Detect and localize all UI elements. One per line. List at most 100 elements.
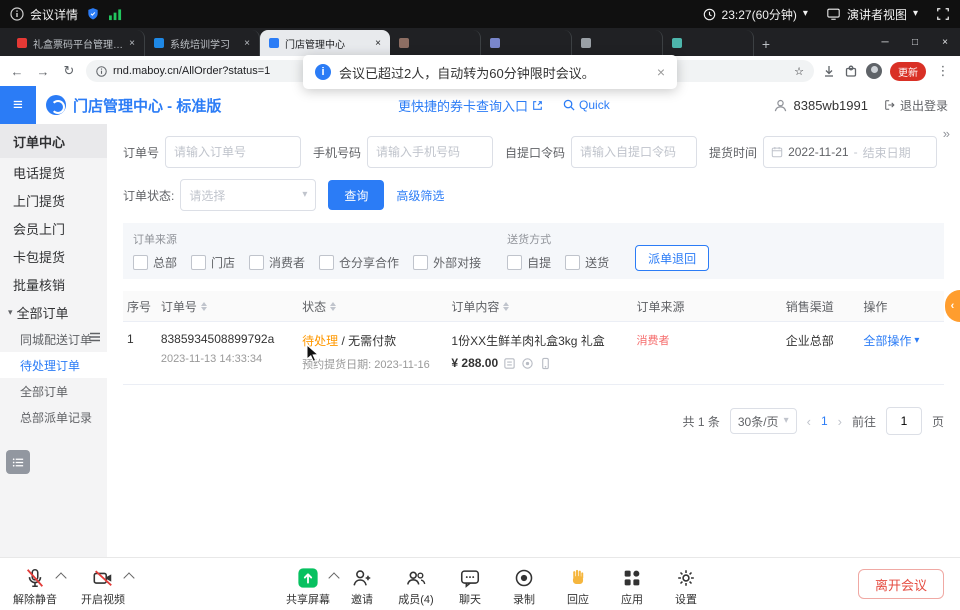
meeting-info[interactable]: 会议详情 [10, 6, 78, 23]
sidebar-item-card-pickup[interactable]: 卡包提货 [0, 242, 107, 270]
browser-tab[interactable]: 礼盒票码平台管理中心 × [8, 30, 145, 56]
checkbox-source-hq[interactable]: 总部 [133, 254, 177, 271]
sidebar-collapse-handle[interactable] [88, 330, 102, 344]
dispatch-return-button[interactable]: 派单退回 [635, 245, 709, 271]
order-device-icon[interactable] [539, 357, 552, 370]
browser-tab[interactable] [390, 30, 481, 56]
tab-close-icon[interactable]: × [375, 38, 381, 49]
video-options-caret[interactable] [123, 572, 134, 583]
sidebar-item-member-visit[interactable]: 会员上门 [0, 214, 107, 242]
back-button[interactable]: ← [8, 64, 26, 79]
advanced-filter-link[interactable]: 高级筛选 [396, 187, 444, 204]
reactions-button[interactable]: 回应 [551, 562, 605, 607]
sidebar-item-batch-verify[interactable]: 批量核销 [0, 270, 107, 298]
order-note-icon[interactable] [503, 357, 516, 370]
prev-page-button[interactable]: ‹ [807, 414, 811, 429]
date-start[interactable]: 2022-11-21 [788, 145, 849, 159]
goto-page-input[interactable] [886, 407, 922, 435]
leave-meeting-button[interactable]: 离开会议 [858, 569, 944, 599]
floating-list-widget[interactable] [6, 450, 30, 474]
members-icon [405, 567, 427, 589]
app-brand-text: 门店管理中心 - 标准版 [73, 95, 221, 116]
search-button[interactable]: 查询 [328, 180, 384, 210]
tab-close-icon[interactable]: × [244, 38, 250, 49]
new-tab-button[interactable]: + [754, 32, 778, 56]
date-range-picker[interactable]: 2022-11-21 - 结束日期 [763, 136, 937, 168]
forward-button[interactable]: → [34, 64, 52, 79]
col-order-no[interactable]: 订单号 [161, 298, 302, 315]
sidebar-item-door-pickup[interactable]: 上门提货 [0, 186, 107, 214]
settings-button[interactable]: 设置 [659, 562, 713, 607]
order-status-select[interactable]: 请选择 ▾ [180, 179, 316, 211]
coupon-query-link[interactable]: 更快捷的券卡查询入口 [398, 96, 543, 115]
sidebar-sub-pending-orders[interactable]: 待处理订单 [0, 352, 107, 378]
members-button[interactable]: 成员(4) [389, 562, 443, 607]
sort-icon[interactable] [201, 299, 207, 314]
col-content[interactable]: 订单内容 [451, 298, 636, 315]
order-channel-icon[interactable] [521, 357, 534, 370]
apps-button[interactable]: 应用 [605, 562, 659, 607]
bookmark-star-icon[interactable]: ☆ [794, 65, 804, 78]
checkbox-source-external[interactable]: 外部对接 [413, 254, 481, 271]
sort-icon[interactable] [503, 299, 509, 314]
checkbox-delivery-pickup[interactable]: 自提 [507, 254, 551, 271]
browser-tab[interactable] [663, 30, 754, 56]
app-logo-icon [46, 95, 66, 115]
page-unit-label: 页 [932, 413, 944, 430]
next-page-button[interactable]: › [838, 414, 842, 429]
record-button[interactable]: 录制 [497, 562, 551, 607]
shield-check-icon[interactable] [86, 7, 100, 21]
date-end-placeholder[interactable]: 结束日期 [863, 144, 911, 161]
page-size-select[interactable]: 30条/页 ▾ [730, 408, 797, 434]
fullscreen-icon[interactable] [936, 7, 950, 21]
username: 8385wb1991 [794, 98, 868, 113]
table-row[interactable]: 1 8385934508899792a 2023-11-13 14:33:34 … [123, 322, 944, 385]
network-signal-icon[interactable] [108, 8, 123, 21]
extensions-puzzle-icon[interactable] [844, 64, 858, 78]
window-maximize-button[interactable]: □ [900, 28, 930, 56]
view-mode-selector[interactable]: 演讲者视图 ▾ [826, 6, 918, 23]
page-number-current[interactable]: 1 [821, 414, 828, 428]
share-screen-button[interactable]: 共享屏幕 [281, 562, 335, 607]
logout-button[interactable]: 退出登录 [884, 97, 948, 114]
start-video-button[interactable]: 开启视频 [76, 562, 130, 607]
mic-options-caret[interactable] [55, 572, 66, 583]
phone-input[interactable] [367, 136, 493, 168]
checkbox-delivery-ship[interactable]: 送货 [565, 254, 609, 271]
panel-collapse-chevrons-icon[interactable]: » [943, 126, 950, 141]
browser-menu-icon[interactable]: ⋮ [934, 63, 952, 79]
checkbox-source-store[interactable]: 门店 [191, 254, 235, 271]
order-no-input[interactable] [165, 136, 301, 168]
menu-hamburger-button[interactable]: ≡ [0, 86, 36, 124]
meeting-timer[interactable]: 23:27(60分钟) ▾ [703, 6, 808, 23]
browser-tab[interactable] [572, 30, 663, 56]
tab-close-icon[interactable]: × [129, 38, 135, 49]
download-icon[interactable] [822, 64, 836, 78]
invite-button[interactable]: 邀请 [335, 562, 389, 607]
browser-tab-active[interactable]: 门店管理中心 × [260, 30, 390, 56]
refresh-button[interactable]: ↻ [60, 63, 78, 79]
order-number[interactable]: 8385934508899792a [161, 332, 302, 346]
sidebar-item-all-orders-group[interactable]: ▾ 全部订单 [0, 298, 107, 326]
sidebar-item-phone-pickup[interactable]: 电话提货 [0, 158, 107, 186]
checkbox-source-coop[interactable]: 仓分享合作 [319, 254, 399, 271]
browser-update-button[interactable]: 更新 [890, 62, 926, 81]
browser-profile-avatar[interactable] [866, 63, 882, 79]
site-info-icon[interactable] [96, 66, 107, 77]
window-minimize-button[interactable]: ─ [870, 28, 900, 56]
chat-button[interactable]: 聊天 [443, 562, 497, 607]
browser-tab[interactable]: 系统培训学习 × [145, 30, 260, 56]
sidebar-sub-hq-dispatch[interactable]: 总部派单记录 [0, 404, 107, 430]
col-status[interactable]: 状态 [302, 298, 451, 315]
sidebar-sub-all-orders[interactable]: 全部订单 [0, 378, 107, 404]
quick-search-link[interactable]: Quick [563, 98, 610, 112]
user-account[interactable]: 8385wb1991 [773, 98, 868, 113]
sort-icon[interactable] [330, 299, 336, 314]
toast-close-icon[interactable]: × [657, 64, 665, 80]
pickup-code-input[interactable] [571, 136, 697, 168]
checkbox-source-consumer[interactable]: 消费者 [249, 254, 305, 271]
unmute-button[interactable]: 解除静音 [8, 562, 62, 607]
browser-tab[interactable] [481, 30, 572, 56]
all-actions-dropdown[interactable]: 全部操作 ▾ [863, 332, 944, 349]
window-close-button[interactable]: × [930, 28, 960, 56]
